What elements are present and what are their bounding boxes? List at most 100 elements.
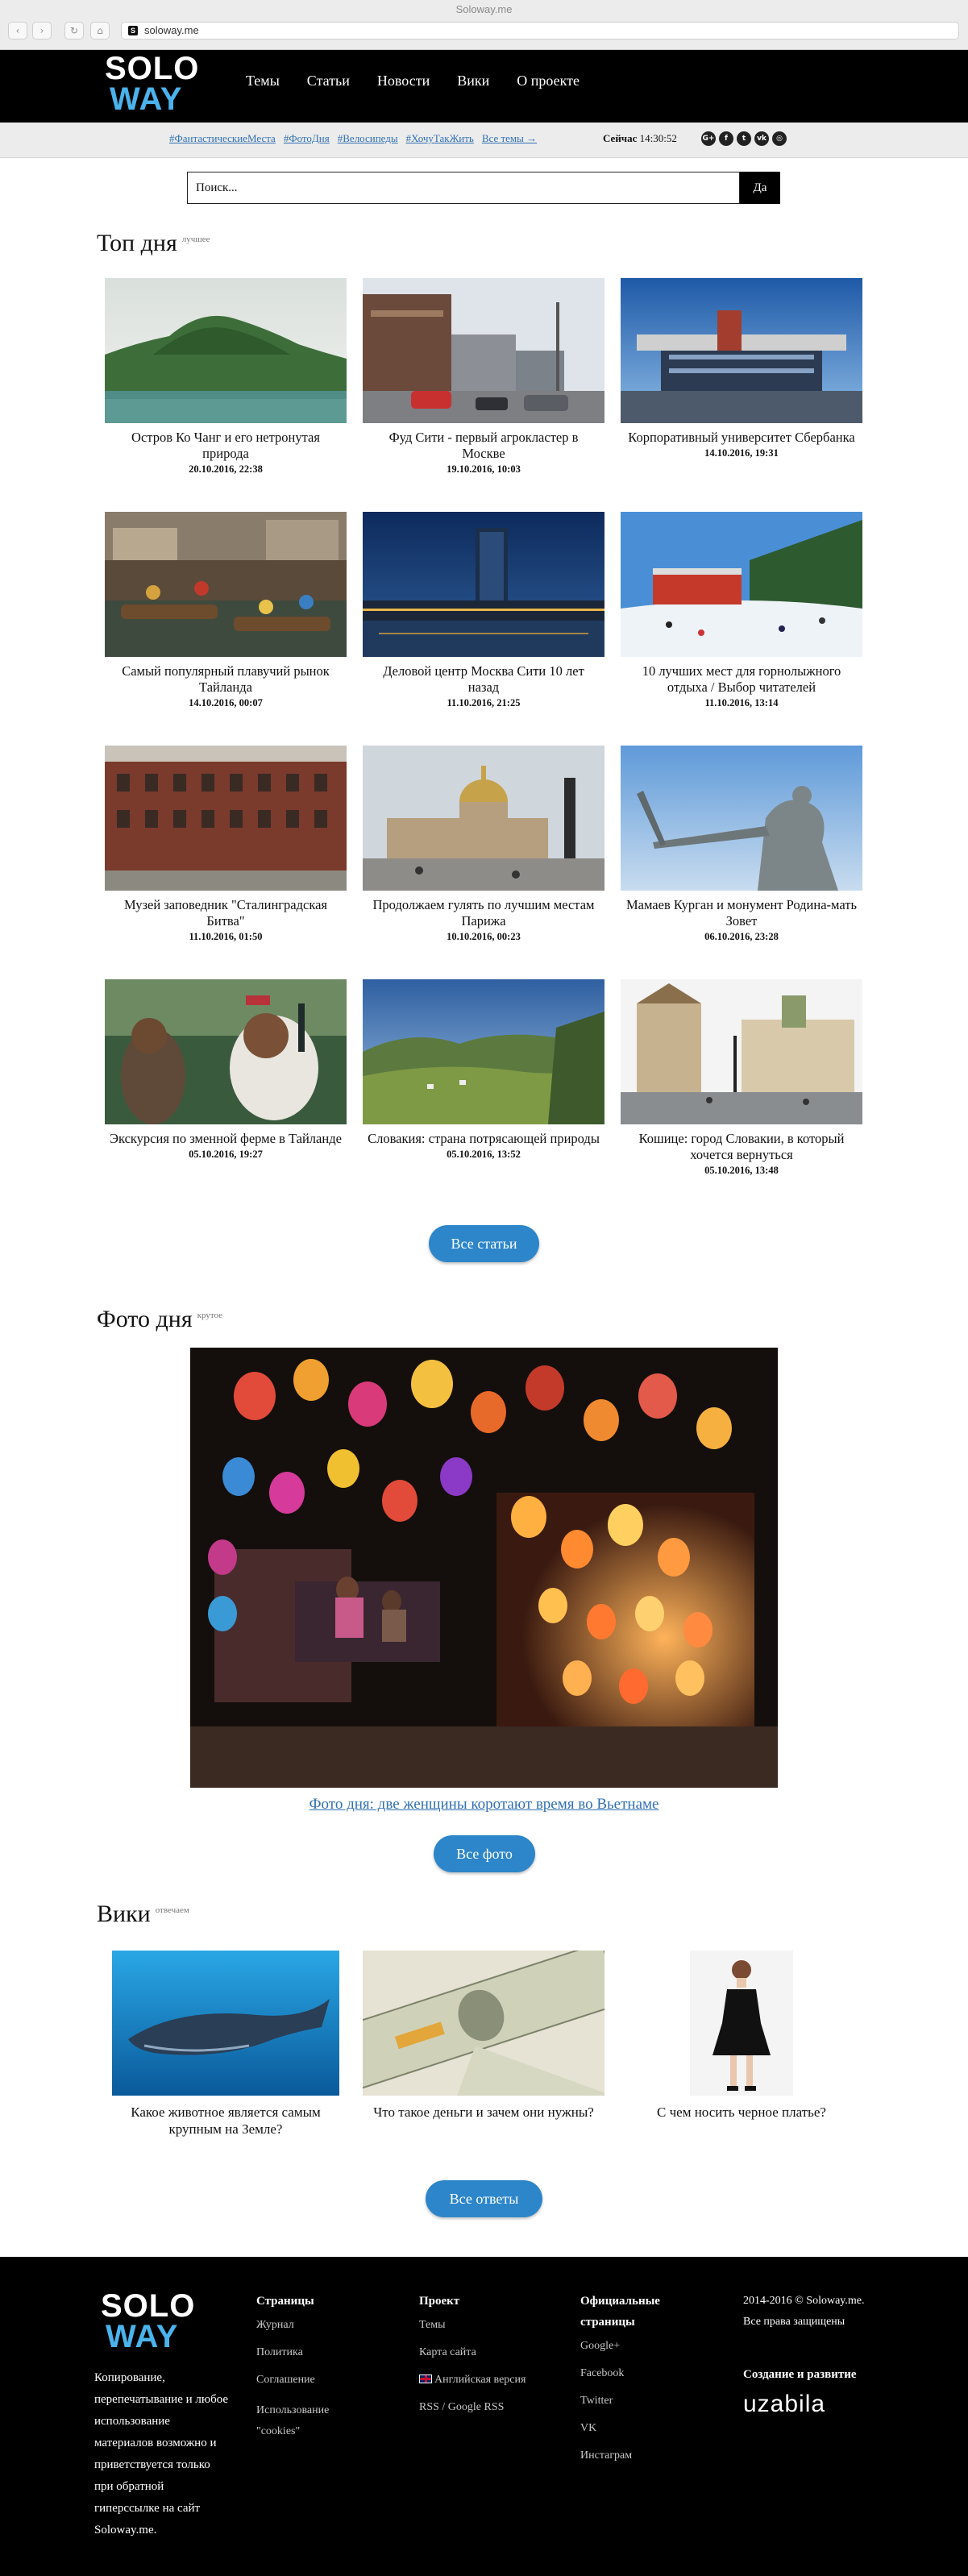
footer-link[interactable]: VK bbox=[580, 2421, 701, 2436]
article-card[interactable]: Остров Ко Чанг и его нетронутая природа … bbox=[105, 278, 347, 512]
all-photos-button[interactable]: Все фото bbox=[434, 1835, 535, 1872]
article-card[interactable]: Музей заповедник "Сталинградская Битва" … bbox=[105, 746, 347, 979]
article-thumbnail[interactable] bbox=[621, 512, 862, 657]
footer-link[interactable]: Политика bbox=[256, 2345, 393, 2360]
all-articles-button[interactable]: Все статьи bbox=[429, 1225, 539, 1262]
article-title[interactable]: Корпоративный университет Сбербанка bbox=[621, 430, 862, 446]
search-form: Да bbox=[187, 172, 780, 204]
footer-col-title: Официальные страницы bbox=[580, 2295, 660, 2329]
wiki-card[interactable]: С чем носить черное платье? bbox=[621, 1951, 862, 2138]
article-thumbnail[interactable] bbox=[105, 979, 347, 1124]
article-title[interactable]: Музей заповедник "Сталинградская Битва" bbox=[105, 897, 347, 929]
article-date: 06.10.2016, 23:28 bbox=[704, 931, 779, 942]
developer-logo[interactable]: uzabila bbox=[743, 2391, 825, 2418]
article-thumbnail[interactable] bbox=[363, 512, 604, 657]
nav-item-news[interactable]: Новости bbox=[377, 73, 430, 89]
article-thumbnail[interactable] bbox=[105, 746, 347, 891]
footer-link[interactable]: Темы bbox=[419, 2318, 564, 2333]
vk-icon[interactable]: vk bbox=[754, 131, 769, 146]
wiki-thumbnail[interactable] bbox=[690, 1951, 793, 2096]
wiki-card[interactable]: Что такое деньги и зачем они нужны? bbox=[363, 1951, 604, 2138]
article-card[interactable]: Корпоративный университет Сбербанка 14.1… bbox=[621, 278, 862, 512]
article-thumbnail[interactable] bbox=[105, 512, 347, 657]
search-input[interactable] bbox=[187, 172, 740, 204]
home-icon[interactable]: ⌂ bbox=[90, 22, 110, 39]
footer-link[interactable]: Соглашение bbox=[256, 2373, 393, 2387]
wiki-card[interactable]: Какое животное является самым крупным на… bbox=[105, 1951, 347, 2138]
article-title[interactable]: Деловой центр Москва Сити 10 лет назад bbox=[363, 663, 604, 696]
article-date: 11.10.2016, 01:50 bbox=[189, 931, 263, 942]
wiki-thumbnail[interactable] bbox=[363, 1951, 604, 2096]
facebook-icon[interactable]: f bbox=[719, 131, 733, 146]
article-title[interactable]: Остров Ко Чанг и его нетронутая природа bbox=[105, 430, 347, 462]
article-card[interactable]: Самый популярный плавучий рынок Тайланда… bbox=[105, 512, 347, 746]
site-logo[interactable]: SOLO WAY bbox=[105, 52, 210, 115]
footer-link[interactable]: Использование "cookies" bbox=[256, 2400, 345, 2442]
back-icon[interactable]: ‹ bbox=[8, 22, 27, 39]
nav-item-themes[interactable]: Темы bbox=[246, 73, 280, 89]
reload-icon[interactable]: ↻ bbox=[64, 22, 84, 39]
nav-item-articles[interactable]: Статьи bbox=[307, 73, 350, 89]
footer-link[interactable]: Google+ bbox=[580, 2339, 701, 2354]
article-card[interactable]: Словакия: страна потрясающей природы 05.… bbox=[363, 979, 604, 1213]
instagram-icon[interactable]: ◎ bbox=[772, 131, 787, 146]
article-card[interactable]: Мамаев Курган и монумент Родина-мать Зов… bbox=[621, 746, 862, 979]
main-nav: Темы Статьи Новости Вики О проекте bbox=[246, 73, 580, 89]
article-card[interactable]: Продолжаем гулять по лучшим местам Париж… bbox=[363, 746, 604, 979]
article-card[interactable]: Кошице: город Словакии, в который хочетс… bbox=[621, 979, 862, 1213]
tag-link[interactable]: #ФантастическиеМеста bbox=[169, 132, 276, 145]
wiki-thumbnail[interactable] bbox=[112, 1951, 339, 2096]
tag-list: #ФантастическиеМеста #ФотоДня #Велосипед… bbox=[169, 132, 537, 145]
footer-link[interactable]: Facebook bbox=[580, 2366, 701, 2381]
article-title[interactable]: Словакия: страна потрясающей природы bbox=[363, 1131, 604, 1147]
photo-of-day-image[interactable] bbox=[190, 1348, 778, 1788]
footer-link-english[interactable]: Английская версия bbox=[419, 2373, 564, 2387]
footer-link[interactable]: Журнал bbox=[256, 2318, 393, 2333]
footer-logo-top: SOLO bbox=[101, 2288, 196, 2324]
twitter-icon[interactable]: t bbox=[737, 131, 751, 146]
article-card[interactable]: Экскурсия по зменной ферме в Тайланде 05… bbox=[105, 979, 347, 1213]
article-date: 05.10.2016, 19:27 bbox=[189, 1149, 263, 1160]
article-thumbnail[interactable] bbox=[363, 979, 604, 1124]
article-thumbnail[interactable] bbox=[363, 746, 604, 891]
footer-link[interactable]: Инстаграм bbox=[580, 2449, 701, 2463]
photo-caption-link[interactable]: Фото дня: две женщины коротают время во … bbox=[310, 1796, 659, 1813]
footer-link[interactable]: RSS / Google RSS bbox=[419, 2400, 564, 2415]
article-card[interactable]: Деловой центр Москва Сити 10 лет назад 1… bbox=[363, 512, 604, 746]
tag-link[interactable]: #Велосипеды bbox=[338, 132, 398, 145]
wiki-question[interactable]: Какое животное является самым крупным на… bbox=[105, 2104, 347, 2138]
article-thumbnail[interactable] bbox=[621, 746, 862, 891]
article-card[interactable]: Фуд Сити - первый агрокластер в Москве 1… bbox=[363, 278, 604, 512]
article-title[interactable]: Мамаев Курган и монумент Родина-мать Зов… bbox=[621, 897, 862, 929]
article-title[interactable]: Самый популярный плавучий рынок Тайланда bbox=[105, 663, 347, 696]
article-title[interactable]: Экскурсия по зменной ферме в Тайланде bbox=[105, 1131, 347, 1147]
google-plus-icon[interactable]: G+ bbox=[701, 131, 716, 146]
article-title[interactable]: Продолжаем гулять по лучшим местам Париж… bbox=[363, 897, 604, 929]
address-bar[interactable]: S soloway.me bbox=[121, 22, 959, 39]
forward-icon[interactable]: › bbox=[32, 22, 52, 39]
tag-link[interactable]: #ФотоДня bbox=[284, 132, 330, 145]
search-button[interactable]: Да bbox=[740, 172, 780, 204]
all-themes-link[interactable]: Все темы → bbox=[482, 132, 537, 145]
article-thumbnail[interactable] bbox=[621, 278, 862, 423]
window-title: Soloway.me bbox=[455, 3, 513, 15]
article-thumbnail[interactable] bbox=[621, 979, 862, 1124]
wiki-question[interactable]: Что такое деньги и зачем они нужны? bbox=[363, 2104, 604, 2121]
top-day-heading: Топ дня лучшее bbox=[97, 230, 210, 257]
footer-col-pages: Страницы Журнал Политика Соглашение Испо… bbox=[256, 2291, 393, 2455]
footer-link[interactable]: Карта сайта bbox=[419, 2345, 564, 2360]
article-card[interactable]: 10 лучших мест для горнолыжного отдыха /… bbox=[621, 512, 862, 746]
wiki-question[interactable]: С чем носить черное платье? bbox=[621, 2104, 862, 2121]
tag-link[interactable]: #ХочуТакЖить bbox=[406, 132, 474, 145]
article-thumbnail[interactable] bbox=[105, 278, 347, 423]
nav-item-about[interactable]: О проекте bbox=[517, 73, 580, 89]
footer-logo[interactable]: SOLO WAY bbox=[101, 2288, 196, 2353]
top-day-title: Топ дня bbox=[97, 230, 177, 256]
article-thumbnail[interactable] bbox=[363, 278, 604, 423]
all-answers-button[interactable]: Все ответы bbox=[426, 2180, 542, 2217]
article-title[interactable]: 10 лучших мест для горнолыжного отдыха /… bbox=[621, 663, 862, 696]
footer-link[interactable]: Twitter bbox=[580, 2394, 701, 2408]
nav-item-wiki[interactable]: Вики bbox=[457, 73, 489, 89]
article-title[interactable]: Фуд Сити - первый агрокластер в Москве bbox=[363, 430, 604, 462]
article-title[interactable]: Кошице: город Словакии, в который хочетс… bbox=[621, 1131, 862, 1163]
